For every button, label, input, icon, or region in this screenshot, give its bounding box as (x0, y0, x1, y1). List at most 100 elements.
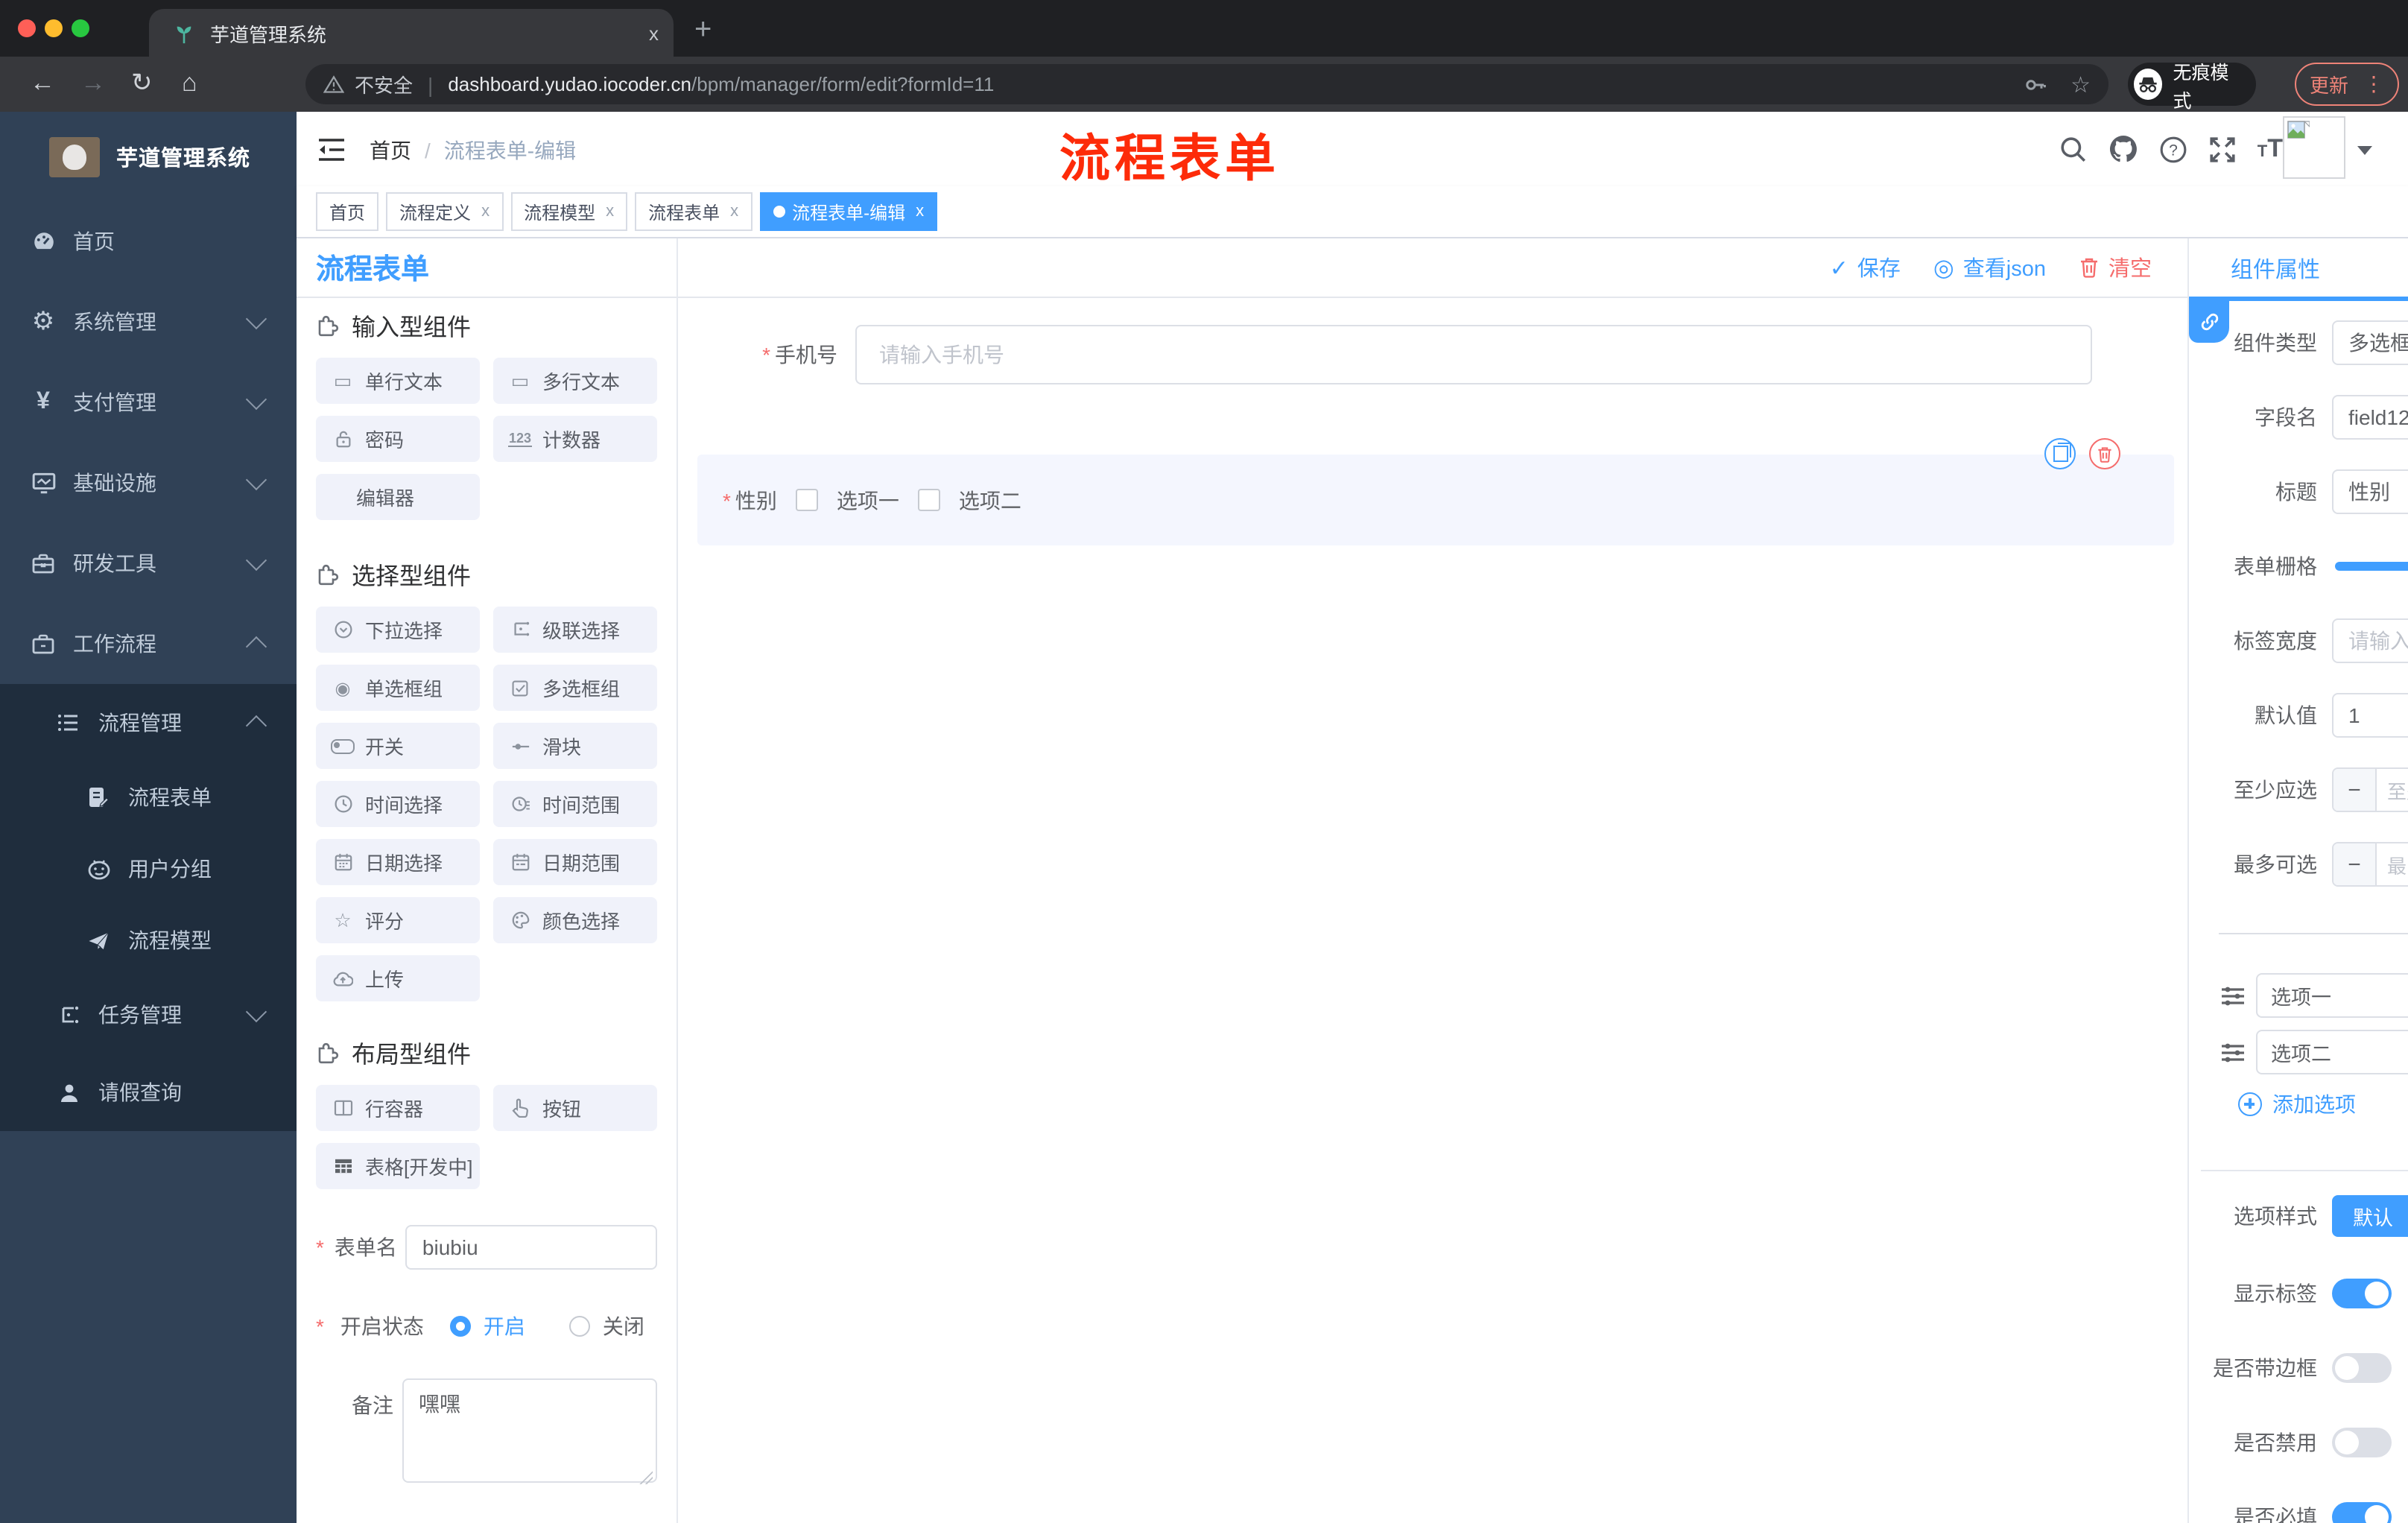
view-json-button[interactable]: ◎ 查看json (1933, 252, 2046, 283)
chip-checkbox-group[interactable]: 多选框组 (493, 665, 657, 711)
option-label-input[interactable] (2256, 1030, 2408, 1074)
slider-rail[interactable] (2335, 562, 2408, 571)
sidebar-fold-icon[interactable] (317, 137, 346, 162)
tab-component-props[interactable]: 组件属性 (2231, 238, 2320, 298)
sidebar-item-leave-query[interactable]: 请假查询 (0, 1054, 297, 1131)
github-icon[interactable] (2108, 134, 2138, 164)
disabled-switch[interactable] (2332, 1428, 2392, 1457)
status-radio-on[interactable] (450, 1316, 472, 1337)
copy-component-button[interactable] (2044, 438, 2076, 469)
phone-field-row[interactable]: * 手机号 请输入手机号 (745, 325, 2092, 384)
address-bar[interactable]: 不安全 | dashboard.yudao.iocoder.cn/bpm/man… (305, 64, 2108, 104)
option-label-input[interactable] (2256, 973, 2408, 1018)
fullscreen-icon[interactable] (2208, 135, 2237, 163)
status-off-label[interactable]: 关闭 (603, 1311, 644, 1341)
chip-color-picker[interactable]: 颜色选择 (493, 897, 657, 943)
sidebar-item-payment[interactable]: ¥ 支付管理 (0, 362, 297, 443)
chip-upload[interactable]: 上传 (316, 955, 480, 1001)
show-label-switch[interactable] (2332, 1279, 2392, 1308)
save-button[interactable]: ✓ 保存 (1830, 252, 1901, 283)
default-value-input[interactable] (2332, 693, 2408, 738)
chip-single-line-text[interactable]: ▭ 单行文本 (316, 358, 480, 404)
mac-minimize-button[interactable] (45, 19, 63, 37)
forward-icon[interactable]: → (80, 69, 106, 98)
component-type-select[interactable] (2332, 320, 2408, 365)
chip-radio-group[interactable]: ◉ 单选框组 (316, 665, 480, 711)
phone-input[interactable]: 请输入手机号 (855, 325, 2092, 384)
chip-table-dev[interactable]: 表格[开发中] (316, 1143, 480, 1189)
sidebar-item-devtools[interactable]: 研发工具 (0, 523, 297, 604)
chip-counter[interactable]: 123 计数器 (493, 416, 657, 462)
stepper-minus-button[interactable]: − (2333, 769, 2377, 811)
browser-menu-dots-icon[interactable]: ⋮ (2363, 72, 2384, 97)
breadcrumb-home[interactable]: 首页 (370, 136, 411, 165)
avatar[interactable] (2283, 116, 2345, 179)
chip-cascader[interactable]: 级联选择 (493, 607, 657, 653)
stepper-value[interactable]: 至少应选 (2377, 769, 2408, 811)
with-border-switch[interactable] (2332, 1353, 2392, 1383)
chip-date-range[interactable]: 日期范围 (493, 839, 657, 885)
chip-date-picker[interactable]: 日期选择 (316, 839, 480, 885)
delete-component-button[interactable] (2089, 438, 2120, 469)
drag-handle-icon[interactable] (2220, 984, 2246, 1007)
back-icon[interactable]: ← (30, 69, 55, 98)
new-tab-button[interactable]: + (694, 15, 712, 45)
chip-rate[interactable]: ☆ 评分 (316, 897, 480, 943)
chip-select[interactable]: 下拉选择 (316, 607, 480, 653)
sidebar-item-home[interactable]: 首页 (0, 201, 297, 282)
update-button[interactable]: 更新 ⋮ (2295, 63, 2399, 106)
sidebar-item-process-mgmt[interactable]: 流程管理 (0, 684, 297, 762)
help-icon[interactable]: ? (2159, 135, 2187, 163)
chip-editor[interactable]: 编辑器 (316, 474, 480, 520)
gender-option-1[interactable]: 选项一 (796, 485, 899, 515)
security-label[interactable]: 不安全 (355, 70, 413, 98)
tag-close-icon[interactable]: x (481, 203, 489, 221)
chip-row-container[interactable]: 行容器 (316, 1085, 480, 1131)
add-option-button[interactable]: 添加选项 (2238, 1089, 2408, 1119)
chip-slider[interactable]: 滑块 (493, 723, 657, 769)
field-name-input[interactable] (2332, 395, 2408, 440)
chip-time-picker[interactable]: 时间选择 (316, 781, 480, 827)
tag-process-form-edit[interactable]: 流程表单-编辑 x (759, 192, 938, 231)
font-size-icon[interactable]: TT (2258, 134, 2283, 164)
clear-button[interactable]: 清空 (2079, 252, 2152, 283)
tab-close-icon[interactable]: x (649, 22, 659, 44)
checkbox[interactable] (918, 489, 941, 511)
stepper-value[interactable]: 最多可选 (2377, 843, 2408, 885)
resize-grip-icon[interactable] (639, 1471, 653, 1484)
sidebar-item-process-model[interactable]: 流程模型 (0, 905, 297, 976)
browser-tab[interactable]: 芋道管理系统 x (149, 9, 674, 57)
reload-icon[interactable]: ↻ (131, 69, 153, 98)
tag-close-icon[interactable]: x (606, 203, 614, 221)
chip-button[interactable]: 按钮 (493, 1085, 657, 1131)
sidebar-item-workflow[interactable]: 工作流程 (0, 604, 297, 684)
sidebar-item-task-mgmt[interactable]: 任务管理 (0, 976, 297, 1054)
tag-close-icon[interactable]: x (730, 203, 738, 221)
sidebar-logo-row[interactable]: 芋道管理系统 (0, 112, 297, 201)
label-width-input[interactable] (2332, 618, 2408, 663)
status-radio-off[interactable] (569, 1316, 591, 1337)
chip-password[interactable]: 密码 (316, 416, 480, 462)
gender-option-2[interactable]: 选项二 (918, 485, 1021, 515)
bookmark-star-icon[interactable]: ☆ (2070, 71, 2091, 98)
mac-zoom-button[interactable] (72, 19, 89, 37)
avatar-caret-icon[interactable] (2357, 146, 2372, 155)
tag-home[interactable]: 首页 (316, 192, 379, 231)
sidebar-item-user-group[interactable]: 用户分组 (0, 833, 297, 905)
tag-process-model[interactable]: 流程模型 x (510, 192, 628, 231)
tag-process-definition[interactable]: 流程定义 x (386, 192, 504, 231)
stepper-minus-button[interactable]: − (2333, 843, 2377, 885)
checkbox[interactable] (796, 489, 819, 511)
segment-default-button[interactable]: 默认 (2332, 1195, 2408, 1237)
required-switch[interactable] (2332, 1502, 2392, 1523)
chip-multi-line-text[interactable]: ▭ 多行文本 (493, 358, 657, 404)
key-icon[interactable] (2023, 72, 2047, 96)
collapse-link-tab[interactable] (2189, 300, 2229, 343)
form-grid-slider[interactable] (2335, 544, 2408, 589)
sidebar-item-infra[interactable]: 基础设施 (0, 443, 297, 523)
status-on-label[interactable]: 开启 (484, 1311, 525, 1341)
form-remark-textarea[interactable]: 嘿嘿 (402, 1378, 657, 1483)
tag-process-form[interactable]: 流程表单 x (635, 192, 752, 231)
sidebar-item-system[interactable]: ⚙ 系统管理 (0, 282, 297, 362)
home-icon[interactable]: ⌂ (182, 69, 197, 98)
